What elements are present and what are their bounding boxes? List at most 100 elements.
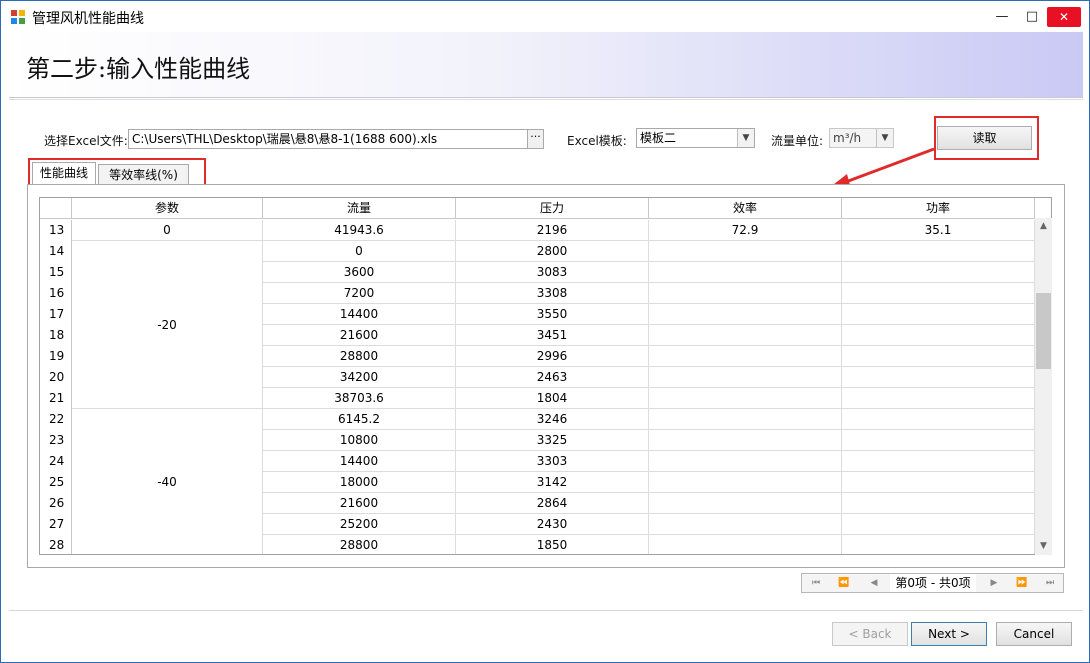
cell-efficiency[interactable] bbox=[649, 346, 842, 367]
last-page-icon[interactable]: ⏭ bbox=[1038, 574, 1062, 592]
close-button[interactable]: ✕ bbox=[1047, 7, 1081, 27]
template-select[interactable]: 模板二 ▼ bbox=[636, 128, 755, 148]
cell-flow[interactable]: 21600 bbox=[263, 325, 456, 346]
cell-efficiency[interactable] bbox=[649, 409, 842, 430]
cell-flow[interactable]: 14400 bbox=[263, 304, 456, 325]
scrollbar-thumb[interactable] bbox=[1036, 293, 1051, 369]
data-grid[interactable]: 参数 流量 压力 效率 功率 13 41943.6 2196 72.9 35.1 14 0 2… bbox=[39, 197, 1052, 555]
row-number: 22 bbox=[40, 409, 72, 430]
cell-power[interactable] bbox=[842, 367, 1035, 388]
cell-power[interactable] bbox=[842, 514, 1035, 535]
column-header-efficiency[interactable]: 效率 bbox=[649, 198, 842, 219]
cell-power[interactable] bbox=[842, 409, 1035, 430]
cell-pressure[interactable]: 3246 bbox=[456, 409, 649, 430]
column-header-pressure[interactable]: 压力 bbox=[456, 198, 649, 219]
excel-file-path-input[interactable]: C:\Users\THL\Desktop\瑞晨\悬8\悬8-1(1688 600… bbox=[128, 129, 528, 149]
cell-flow[interactable]: 14400 bbox=[263, 451, 456, 472]
highlight-box-read bbox=[934, 116, 1039, 160]
cell-pressure[interactable]: 2463 bbox=[456, 367, 649, 388]
cell-flow[interactable]: 25200 bbox=[263, 514, 456, 535]
next-page-icon[interactable]: ▶ bbox=[982, 574, 1006, 592]
cell-pressure[interactable]: 3303 bbox=[456, 451, 649, 472]
cancel-button[interactable]: Cancel bbox=[996, 622, 1072, 646]
cell-efficiency[interactable] bbox=[649, 472, 842, 493]
cell-efficiency[interactable] bbox=[649, 430, 842, 451]
cell-flow[interactable]: 41943.6 bbox=[263, 220, 456, 241]
cell-pressure[interactable]: 3083 bbox=[456, 262, 649, 283]
cell-power[interactable] bbox=[842, 325, 1035, 346]
maximize-button[interactable]: □ bbox=[1015, 1, 1049, 32]
cell-pressure[interactable]: 2430 bbox=[456, 514, 649, 535]
cell-pressure[interactable]: 3308 bbox=[456, 283, 649, 304]
cell-efficiency[interactable] bbox=[649, 367, 842, 388]
cell-flow[interactable]: 38703.6 bbox=[263, 388, 456, 409]
cell-flow[interactable]: 10800 bbox=[263, 430, 456, 451]
scroll-down-icon[interactable]: ▼ bbox=[1035, 538, 1052, 555]
cell-pressure[interactable]: 3451 bbox=[456, 325, 649, 346]
cell-power[interactable] bbox=[842, 283, 1035, 304]
cell-power[interactable] bbox=[842, 451, 1035, 472]
cell-efficiency[interactable] bbox=[649, 388, 842, 409]
next-button[interactable]: Next > bbox=[911, 622, 987, 646]
cell-efficiency[interactable] bbox=[649, 283, 842, 304]
cell-pressure[interactable]: 1850 bbox=[456, 535, 649, 554]
vertical-scrollbar[interactable]: ▲ ▼ bbox=[1035, 218, 1052, 555]
minimize-button[interactable]: — bbox=[985, 1, 1019, 32]
cell-efficiency[interactable] bbox=[649, 493, 842, 514]
cell-pressure[interactable]: 2996 bbox=[456, 346, 649, 367]
cell-efficiency[interactable] bbox=[649, 514, 842, 535]
cell-pressure[interactable]: 3550 bbox=[456, 304, 649, 325]
cell-flow[interactable]: 18000 bbox=[263, 472, 456, 493]
first-page-icon[interactable]: ⏮ bbox=[804, 574, 828, 592]
browse-button[interactable]: ··· bbox=[527, 129, 544, 149]
cell-flow[interactable]: 3600 bbox=[263, 262, 456, 283]
cell-efficiency[interactable]: 72.9 bbox=[649, 220, 842, 241]
cell-pressure[interactable]: 1804 bbox=[456, 388, 649, 409]
cell-power[interactable] bbox=[842, 241, 1035, 262]
cell-flow[interactable]: 0 bbox=[263, 241, 456, 262]
cell-flow[interactable]: 6145.2 bbox=[263, 409, 456, 430]
cell-flow[interactable]: 7200 bbox=[263, 283, 456, 304]
cell-power[interactable] bbox=[842, 472, 1035, 493]
cell-power[interactable] bbox=[842, 346, 1035, 367]
scroll-up-icon[interactable]: ▲ bbox=[1035, 218, 1052, 235]
cell-flow[interactable]: 28800 bbox=[263, 346, 456, 367]
cell-power[interactable] bbox=[842, 262, 1035, 283]
cell-pressure[interactable]: 2800 bbox=[456, 241, 649, 262]
page-title: 第二步:输入性能曲线 bbox=[26, 55, 251, 83]
cell-flow[interactable]: 21600 bbox=[263, 493, 456, 514]
cell-pressure[interactable]: 3142 bbox=[456, 472, 649, 493]
window-title: 管理风机性能曲线 bbox=[32, 11, 144, 27]
column-header-flow[interactable]: 流量 bbox=[263, 198, 456, 219]
row-number: 15 bbox=[40, 262, 72, 283]
next-fast-icon[interactable]: ⏩ bbox=[1010, 574, 1034, 592]
cell-power[interactable] bbox=[842, 535, 1035, 554]
cell-power[interactable] bbox=[842, 388, 1035, 409]
cell-pressure[interactable]: 3325 bbox=[456, 430, 649, 451]
cell-power[interactable] bbox=[842, 430, 1035, 451]
cell-param[interactable]: -40 bbox=[72, 409, 263, 554]
cell-efficiency[interactable] bbox=[649, 325, 842, 346]
next-button-label: Next > bbox=[928, 627, 970, 641]
cell-efficiency[interactable] bbox=[649, 262, 842, 283]
cell-flow[interactable]: 34200 bbox=[263, 367, 456, 388]
cell-power[interactable]: 35.1 bbox=[842, 220, 1035, 241]
row-number: 20 bbox=[40, 367, 72, 388]
cell-efficiency[interactable] bbox=[649, 535, 842, 554]
template-label: Excel模板: bbox=[567, 134, 627, 148]
cell-param[interactable]: 0 bbox=[72, 220, 263, 241]
cell-pressure[interactable]: 2864 bbox=[456, 493, 649, 514]
cell-pressure[interactable]: 2196 bbox=[456, 220, 649, 241]
cell-efficiency[interactable] bbox=[649, 451, 842, 472]
cell-flow[interactable]: 28800 bbox=[263, 535, 456, 554]
cell-efficiency[interactable] bbox=[649, 304, 842, 325]
back-button[interactable]: < Back bbox=[832, 622, 908, 646]
column-header-param[interactable]: 参数 bbox=[72, 198, 263, 219]
column-header-power[interactable]: 功率 bbox=[842, 198, 1035, 219]
prev-fast-icon[interactable]: ⏪ bbox=[832, 574, 856, 592]
prev-page-icon[interactable]: ◀ bbox=[862, 574, 886, 592]
cell-param[interactable]: -20 bbox=[72, 241, 263, 409]
cell-power[interactable] bbox=[842, 304, 1035, 325]
cell-power[interactable] bbox=[842, 493, 1035, 514]
cell-efficiency[interactable] bbox=[649, 241, 842, 262]
